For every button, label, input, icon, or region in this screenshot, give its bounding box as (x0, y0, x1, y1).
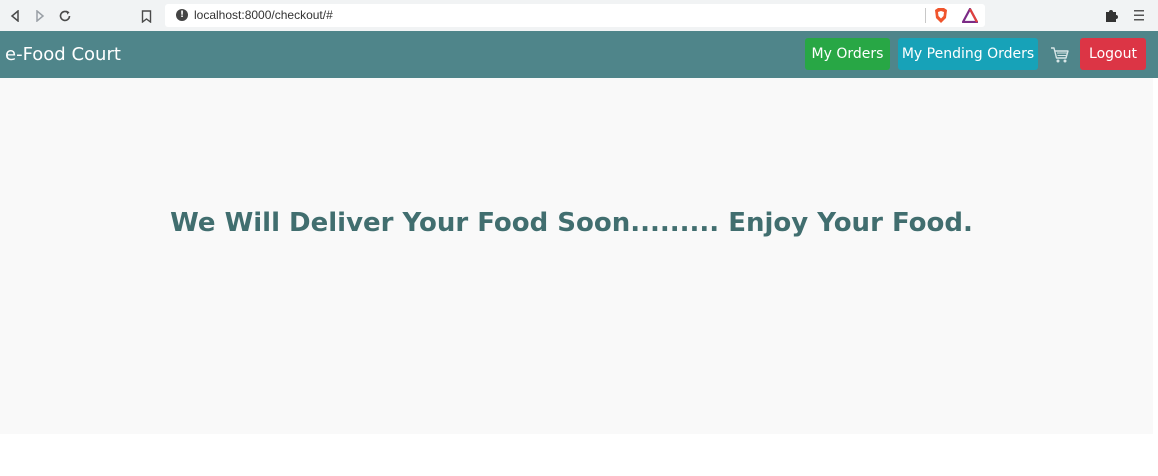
brave-shield-icon[interactable] (933, 7, 949, 24)
cart-icon[interactable] (1050, 46, 1070, 64)
url-text[interactable]: localhost:8000/checkout/# (194, 8, 333, 22)
app-navbar: e-Food Court My Orders My Pending Orders… (0, 31, 1158, 78)
my-orders-button[interactable]: My Orders (805, 38, 890, 70)
bookmark-icon[interactable] (137, 7, 155, 25)
address-divider (925, 8, 926, 23)
delivery-message: We Will Deliver Your Food Soon......... … (170, 208, 973, 238)
browser-toolbar: ! localhost:8000/checkout/# (0, 0, 1158, 31)
menu-icon[interactable] (1133, 8, 1145, 22)
address-bar[interactable]: ! localhost:8000/checkout/# (165, 4, 985, 27)
brand-title[interactable]: e-Food Court (5, 44, 121, 65)
forward-arrow-icon[interactable] (31, 7, 49, 25)
my-pending-orders-button[interactable]: My Pending Orders (898, 38, 1038, 70)
extensions-puzzle-icon[interactable] (1104, 7, 1120, 23)
brave-rewards-icon[interactable] (961, 7, 979, 24)
back-arrow-icon[interactable] (6, 7, 24, 25)
logout-button[interactable]: Logout (1080, 38, 1146, 70)
reload-icon[interactable] (56, 7, 74, 25)
main-content: We Will Deliver Your Food Soon......... … (0, 78, 1153, 434)
site-info-icon[interactable]: ! (176, 9, 188, 21)
